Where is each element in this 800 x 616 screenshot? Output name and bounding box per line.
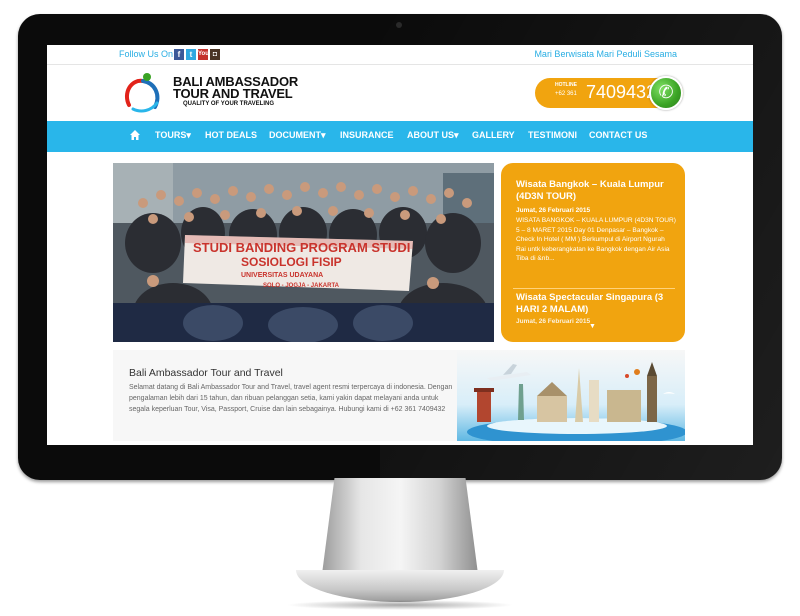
welcome-text: Selamat datang di Bali Ambassador Tour a…: [129, 384, 453, 413]
welcome-section: Bali Ambassador Tour and Travel Selamat …: [113, 350, 685, 441]
nav-item-hot-deals[interactable]: HOT DEALS: [205, 130, 257, 140]
news-ticker: Wisata Bangkok – Kuala Lumpur (4D3N TOUR…: [501, 163, 685, 342]
news-excerpt-1: WISATA BANGKOK – KUALA LUMPUR (4D3N TOUR…: [516, 217, 676, 263]
webcam: [396, 22, 402, 28]
nav-item-testimoni[interactable]: TESTIMONI: [528, 130, 577, 140]
brand-tagline: QUALITY OF YOUR TRAVELING: [183, 101, 275, 107]
nav-item-document[interactable]: DOCUMENT▾: [269, 130, 326, 141]
slogan: Mari Berwisata Mari Peduli Sesama: [534, 49, 677, 59]
main-nav: TOURS▾ HOT DEALS DOCUMENT▾ INSURANCE ABO…: [47, 121, 753, 152]
logo-icon[interactable]: [121, 71, 169, 115]
facebook-icon[interactable]: f: [174, 49, 184, 60]
banner-line-1: STUDI BANDING PROGRAM STUDI: [193, 240, 410, 255]
nav-item-insurance[interactable]: INSURANCE: [340, 130, 394, 140]
youtube-icon[interactable]: You: [198, 49, 209, 60]
chevron-down-icon[interactable]: ▼: [589, 323, 596, 330]
news-date-1: Jumat, 26 Februari 2015: [516, 207, 591, 214]
news-title-2[interactable]: Wisata Spectacular Singapura (3 HARI 2 M…: [516, 292, 676, 316]
instagram-icon[interactable]: ◘: [210, 49, 220, 60]
banner-line-2: SOSIOLOGI FISIP: [241, 255, 342, 269]
news-date-2: Jumat, 26 Februari 2015: [516, 318, 591, 325]
group-photo: STUDI BANDING PROGRAM STUDI SOSIOLOGI FI…: [113, 163, 494, 342]
banner-line-3: UNIVERSITAS UDAYANA: [241, 272, 323, 279]
social-links: f t You ◘: [174, 49, 220, 60]
monitor-stand: [322, 478, 478, 574]
banner-line-4: SOLO - JOGJA - JAKARTA: [263, 283, 340, 289]
hotline-prefix: +62 361: [555, 91, 577, 97]
nav-item-about-us[interactable]: ABOUT US▾: [407, 130, 459, 141]
follow-us-label: Follow Us On: [119, 49, 174, 59]
top-bar: Follow Us On f t You ◘ Mari Berwisata Ma…: [47, 45, 753, 65]
brand-line-2: TOUR AND TRAVEL: [173, 86, 293, 101]
monitor-shadow: [286, 600, 514, 610]
travel-landmarks-art: [457, 350, 685, 441]
news-divider: [513, 288, 675, 289]
hotline-number: 7409432: [586, 82, 657, 102]
site-header: BALI AMBASSADOR TOUR AND TRAVEL QUALITY …: [47, 65, 753, 121]
website-screen: Follow Us On f t You ◘ Mari Berwisata Ma…: [47, 45, 753, 445]
twitter-icon[interactable]: t: [186, 49, 196, 60]
monitor-base: [296, 570, 504, 602]
nav-item-tours[interactable]: TOURS▾: [155, 130, 191, 141]
news-title-1[interactable]: Wisata Bangkok – Kuala Lumpur (4D3N TOUR…: [516, 179, 676, 203]
hero-slider[interactable]: STUDI BANDING PROGRAM STUDI SOSIOLOGI FI…: [113, 163, 494, 342]
welcome-title: Bali Ambassador Tour and Travel: [129, 367, 283, 379]
hotline-label: HOTLINE: [555, 82, 577, 88]
nav-item-gallery[interactable]: GALLERY: [472, 130, 515, 140]
phone-icon[interactable]: ✆: [649, 76, 683, 110]
home-icon[interactable]: [129, 129, 141, 141]
nav-item-contact-us[interactable]: CONTACT US: [589, 130, 647, 140]
